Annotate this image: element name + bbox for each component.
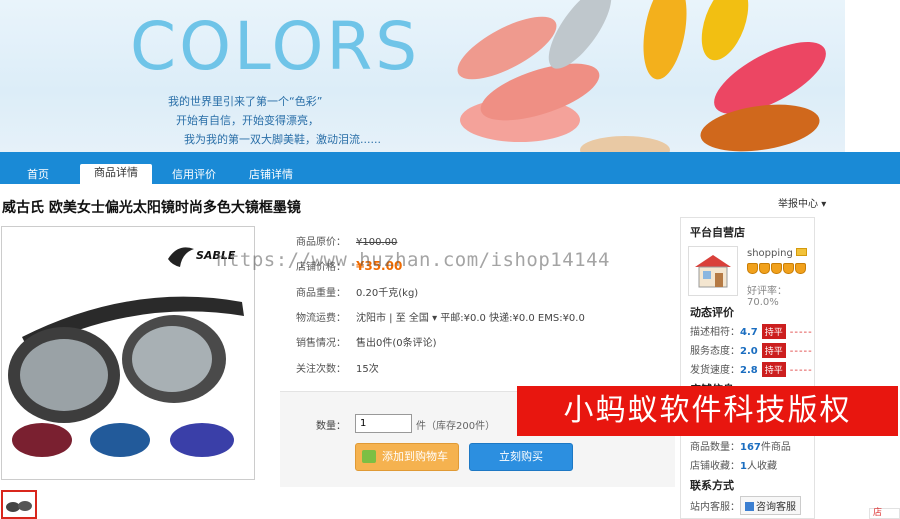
follow-value: 15次: [356, 364, 379, 375]
quantity-input[interactable]: [355, 414, 412, 433]
consult-service-button[interactable]: 咨询客服: [740, 496, 801, 515]
weight-label: 商品重量：: [296, 288, 346, 299]
shipping-value[interactable]: 沈阳市 | 至 全国 ▾ 平邮:¥0.0 快递:¥0.0 EMS:¥0.0: [356, 313, 585, 324]
weight-value: 0.20千克(kg): [356, 288, 419, 299]
score-label: 发货速度：: [690, 365, 740, 376]
cart-icon: [362, 450, 376, 463]
report-center-link[interactable]: 举报中心 ▾: [778, 195, 826, 210]
nav-bar: 首页 商品详情 信用评价 店铺详情: [0, 0, 900, 184]
fav-count: 1: [740, 461, 747, 472]
crown-icon: [771, 263, 782, 274]
shop-banner: COLORS 我的世界里引来了第一个“色彩” 开始有自信，开始变得漂亮， 我为我…: [0, 0, 845, 152]
contact-heading: 联系方式: [690, 479, 734, 492]
score-desc-row: 描述相符：4.7 持平 -----: [690, 323, 813, 339]
original-price-value: ¥100.00: [356, 237, 398, 248]
row-sales: 销售情况： 售出0件(0条评论): [296, 334, 437, 349]
score-dash: -----: [789, 365, 813, 376]
slogan-line-2: 开始有自信，开始变得漂亮，: [176, 114, 319, 127]
slogan-line-3: 我为我的第一双大脚美鞋，激动泪流......: [184, 133, 381, 146]
shop-name-text: shopping: [747, 248, 793, 259]
nav-shop-detail[interactable]: 店铺详情: [249, 166, 293, 184]
crown-icon: [783, 263, 794, 274]
shoes-image: [457, 0, 826, 152]
score-service-row: 服务态度：2.0 持平 -----: [690, 342, 813, 358]
score-value: 2.8: [740, 365, 758, 376]
row-follow: 关注次数： 15次: [296, 360, 379, 375]
crown-icon: [747, 263, 758, 274]
kefu-row: 站内客服： 咨询客服: [690, 496, 801, 515]
score-label: 描述相符：: [690, 327, 740, 338]
row-original-price: 商品原价： ¥100.00: [296, 233, 397, 248]
fav-count-row: 店铺收藏：1人收藏: [690, 457, 777, 472]
row-weight: 商品重量： 0.20千克(kg): [296, 284, 418, 299]
goods-count: 167: [740, 442, 761, 453]
buy-now-button[interactable]: 立刻购买: [469, 443, 573, 471]
shop-name[interactable]: shopping: [747, 248, 808, 259]
fav-label: 店铺收藏：: [690, 461, 740, 472]
score-tag: 持平: [761, 343, 786, 358]
banner-slogan: 我的世界里引来了第一个“色彩” 开始有自信，开始变得漂亮， 我为我的第一双大脚美…: [168, 92, 381, 149]
score-shipping-row: 发货速度：2.8 持平 -----: [690, 361, 813, 377]
nav-credit-rating[interactable]: 信用评价: [172, 166, 216, 184]
mail-icon: [796, 248, 808, 256]
watermark-url: https://www.huzhan.com/ishop14144: [216, 249, 610, 271]
dynamic-rating-heading: 动态评价: [690, 306, 734, 319]
chevron-down-icon: ▾: [821, 199, 827, 210]
goods-count-row: 商品数量：167件商品: [690, 438, 791, 453]
sales-value: 售出0件(0条评论): [356, 338, 437, 349]
consult-service-label: 咨询客服: [756, 502, 796, 513]
score-tag: 持平: [761, 324, 786, 339]
score-label: 服务态度：: [690, 346, 740, 357]
product-thumbnail[interactable]: [1, 490, 37, 519]
sales-label: 销售情况：: [296, 338, 346, 349]
shop-heading: 平台自营店: [690, 226, 745, 239]
add-to-cart-button[interactable]: 添加到购物车: [355, 443, 459, 471]
kefu-label: 站内客服：: [690, 502, 740, 513]
nav-home[interactable]: 首页: [27, 166, 49, 184]
copyright-banner: 小蚂蚁软件科技版权: [517, 386, 898, 436]
stock-info: 件（库存200件）: [416, 421, 496, 432]
score-tag: 持平: [761, 362, 786, 377]
score-value: 2.0: [740, 346, 758, 357]
positive-rate: 好评率：70.0%: [747, 286, 787, 308]
quantity-label: 数量：: [316, 421, 346, 432]
score-dash: -----: [789, 346, 813, 357]
shipping-label: 物流运费：: [296, 313, 346, 324]
add-to-cart-label: 添加到购物车: [382, 450, 448, 463]
report-center-label: 举报中心: [778, 199, 818, 210]
product-title: 威古氏 欧美女士偏光太阳镜时尚多色大镜框墨镜: [2, 200, 301, 216]
fav-unit: 人收藏: [746, 461, 777, 472]
goods-unit: 件商品: [760, 442, 791, 453]
goods-label: 商品数量：: [690, 442, 740, 453]
row-shipping: 物流运费： 沈阳市 | 至 全国 ▾ 平邮:¥0.0 快递:¥0.0 EMS:¥0…: [296, 309, 585, 324]
crown-icon: [759, 263, 770, 274]
score-value: 4.7: [740, 327, 758, 338]
follow-label: 关注次数：: [296, 364, 346, 375]
original-price-label: 商品原价：: [296, 237, 346, 248]
corner-badge[interactable]: 店: [869, 508, 900, 519]
slogan-line-1: 我的世界里引来了第一个“色彩”: [168, 95, 323, 108]
score-dash: -----: [789, 327, 813, 338]
crown-rating: [747, 263, 807, 277]
banner-title: COLORS: [130, 8, 421, 85]
store-icon: [688, 246, 738, 296]
nav-product-detail[interactable]: 商品详情: [80, 164, 152, 184]
chat-icon: [745, 502, 754, 511]
crown-icon: [795, 263, 806, 274]
